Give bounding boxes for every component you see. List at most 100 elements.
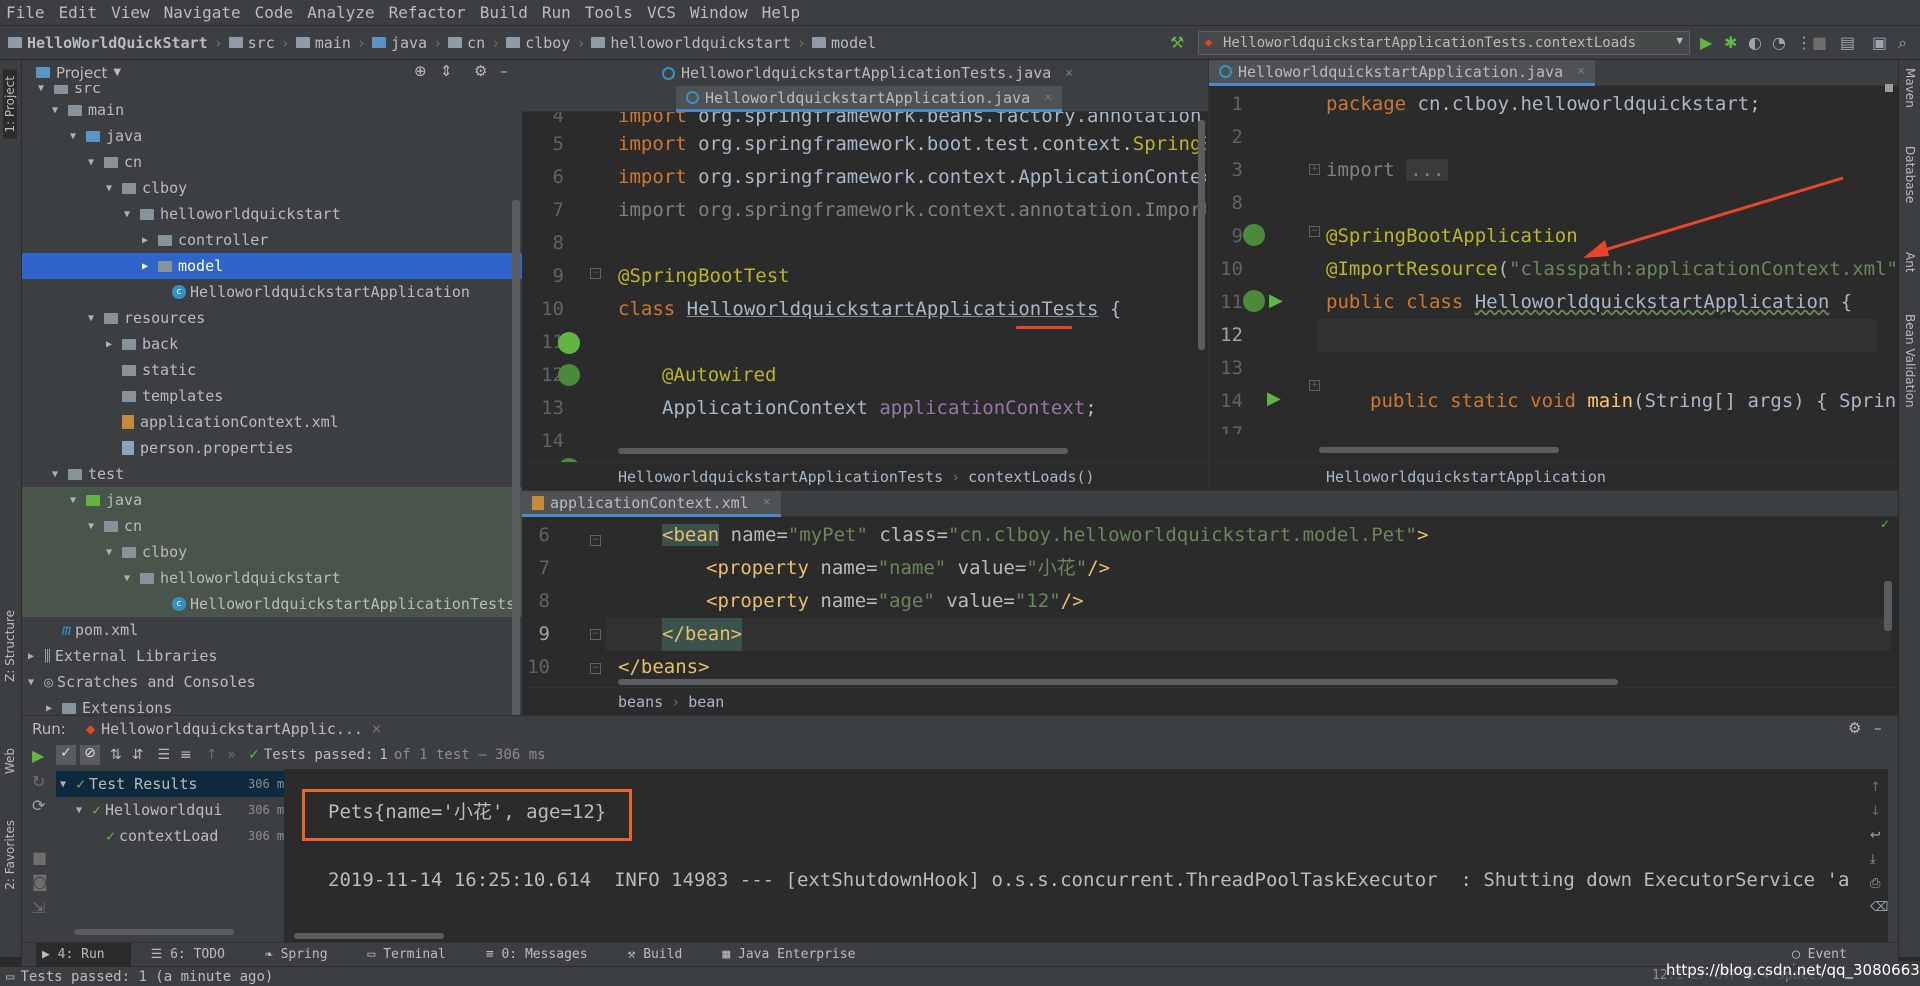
spring-bean-icon[interactable] <box>558 332 580 354</box>
test-node-results[interactable]: ▼ ✓ Test Results 306 ms <box>56 771 291 797</box>
rerun-failed-icon[interactable]: ↻ <box>32 772 45 791</box>
tree-node-test-cn[interactable]: ▼ cn <box>22 513 522 539</box>
menu-view[interactable]: View <box>111 3 150 22</box>
more-run-icon[interactable]: ⋮ <box>1796 33 1812 52</box>
tree-node-scratches[interactable]: ▼ ◎ Scratches and Consoles <box>22 669 522 695</box>
tree-node-controller[interactable]: ▶ controller <box>22 227 522 253</box>
stop-icon[interactable]: ■ <box>1812 33 1827 52</box>
tree-node-test[interactable]: ▼ test <box>22 461 522 487</box>
tree-node-cn[interactable]: ▼ cn <box>22 149 522 175</box>
close-icon[interactable]: × <box>1065 66 1073 81</box>
tool-favorites[interactable]: 2: Favorites <box>3 820 17 890</box>
fold-marker-icon[interactable]: − <box>590 535 601 546</box>
breadcrumb-clboy[interactable]: clboy › <box>506 34 591 52</box>
menu-file[interactable]: File <box>6 3 45 22</box>
close-icon[interactable]: × <box>763 495 771 510</box>
gear-icon[interactable]: ⚙ <box>474 62 487 80</box>
toggle-auto-test-icon[interactable]: ⟳ <box>32 796 45 815</box>
hide-icon[interactable]: – <box>1874 719 1882 737</box>
menu-tools[interactable]: Tools <box>585 3 633 22</box>
tool-tab-terminal[interactable]: ▭ Terminal <box>368 947 466 962</box>
up-icon[interactable]: ↑ <box>1870 780 1881 795</box>
debug-icon[interactable]: ✱ <box>1724 33 1737 52</box>
tree-node-applicationcontext-xml[interactable]: applicationContext.xml <box>22 409 522 435</box>
collapse-all-icon[interactable]: ⇕ <box>440 62 453 80</box>
export-icon[interactable]: ⇲ <box>32 898 45 917</box>
fold-marker-icon[interactable]: − <box>1309 226 1320 237</box>
inspection-indicator-icon[interactable] <box>1885 84 1893 92</box>
tree-node-templates[interactable]: templates <box>22 383 522 409</box>
breadcrumb-java[interactable]: java › <box>371 34 448 52</box>
tool-web[interactable]: Web <box>3 748 17 774</box>
tree-node-main[interactable]: ▼ main <box>22 97 522 123</box>
tree-node-java[interactable]: ▼ java <box>22 123 522 149</box>
tree-node-person-properties[interactable]: person.properties <box>22 435 522 461</box>
menu-edit[interactable]: Edit <box>59 3 98 22</box>
print-icon[interactable]: ⎙ <box>1870 876 1880 891</box>
rerun-icon[interactable]: ▶ <box>32 746 44 765</box>
editor-tests-hscrollbar[interactable] <box>618 448 1068 454</box>
tree-node-static[interactable]: static <box>22 357 522 383</box>
tab-tests-java[interactable]: HelloworldquickstartApplicationTests.jav… <box>652 60 1083 86</box>
run-configuration-select[interactable]: ◆ HelloworldquickstartApplicationTests.c… <box>1198 31 1690 55</box>
tree-node-helloworldquickstart[interactable]: ▼ helloworldquickstart <box>22 201 522 227</box>
close-icon[interactable]: × <box>1577 64 1585 79</box>
menu-analyze[interactable]: Analyze <box>307 3 374 22</box>
tool-tab-spring[interactable]: ❧ Spring <box>265 947 348 962</box>
chevron-down-icon[interactable]: ▼ <box>113 67 121 78</box>
tree-node-pom-xml[interactable]: m pom.xml <box>22 617 522 643</box>
editor-tests-scrollbar[interactable] <box>1198 120 1205 350</box>
fold-marker-icon[interactable]: + <box>1309 380 1320 391</box>
editor-xml-hscrollbar[interactable] <box>618 679 1618 685</box>
menu-navigate[interactable]: Navigate <box>164 3 241 22</box>
menu-run[interactable]: Run <box>542 3 571 22</box>
breadcrumb-project[interactable]: HelloWorldQuickStart › <box>8 34 229 52</box>
tree-node-test-clboy[interactable]: ▼ clboy <box>22 539 522 565</box>
spring-boot-icon[interactable] <box>1243 224 1265 246</box>
project-scrollbar[interactable] <box>512 200 520 755</box>
hide-icon[interactable]: – <box>500 62 508 80</box>
console-hscrollbar[interactable] <box>294 933 444 939</box>
more-icon[interactable]: » <box>228 747 237 763</box>
editor-application-hscrollbar[interactable] <box>1319 447 1559 453</box>
tree-node-clboy[interactable]: ▼ clboy <box>22 175 522 201</box>
collapse-all-icon[interactable]: ≡ <box>180 747 192 763</box>
editor-xml-scrollbar[interactable] <box>1884 581 1892 631</box>
tree-node-test-helloworldquickstart[interactable]: ▼ helloworldquickstart <box>22 565 522 591</box>
tree-node-resources[interactable]: ▼ resources <box>22 305 522 331</box>
tool-bean-validation[interactable]: Bean Validation <box>1903 314 1917 408</box>
build-hammer-icon[interactable]: ⚒ <box>1170 33 1184 52</box>
menu-help[interactable]: Help <box>762 3 801 22</box>
menu-refactor[interactable]: Refactor <box>389 3 466 22</box>
menu-vcs[interactable]: VCS <box>647 3 676 22</box>
tool-database[interactable]: Database <box>1903 146 1917 203</box>
tool-tab-java-enterprise[interactable]: ▦ Java Enterprise <box>722 947 875 962</box>
tab-application-java-right[interactable]: HelloworldquickstartApplication.java × <box>1209 60 1595 86</box>
breadcrumb-cn[interactable]: cn › <box>448 34 506 52</box>
breadcrumb-model[interactable]: model <box>812 34 876 52</box>
tab-applicationcontext-xml[interactable]: applicationContext.xml × <box>522 491 781 517</box>
tool-structure[interactable]: Z: Structure <box>3 610 17 682</box>
tool-tab-build[interactable]: ⚒ Build <box>628 947 703 962</box>
menu-build[interactable]: Build <box>480 3 528 22</box>
show-ignored-icon[interactable]: ⊘ <box>80 745 100 765</box>
console-output[interactable]: Pets{name='小花', age=12} 2019-11-14 16:25… <box>284 769 1888 943</box>
gear-icon[interactable]: ⚙ <box>1848 719 1861 737</box>
breadcrumb-main[interactable]: main › <box>295 34 372 52</box>
menu-code[interactable]: Code <box>255 3 294 22</box>
menu-window[interactable]: Window <box>690 3 748 22</box>
tree-node-application-class[interactable]: c HelloworldquickstartApplication <box>22 279 522 305</box>
fold-marker-icon[interactable]: − <box>590 663 601 674</box>
tool-tab-todo[interactable]: ☰ 6: TODO <box>151 947 245 962</box>
close-icon[interactable]: × <box>1044 90 1052 105</box>
stop-icon[interactable]: ■ <box>32 848 47 867</box>
run-main-icon[interactable]: ▶ <box>1267 388 1281 409</box>
scroll-to-end-icon[interactable]: ⤓ <box>1870 852 1876 867</box>
project-structure-icon[interactable]: ▤ <box>1840 33 1855 52</box>
spring-bean-navigate-icon[interactable] <box>1243 290 1265 312</box>
tree-node-model[interactable]: ▶ model <box>22 253 522 279</box>
test-node-method[interactable]: ✓ contextLoad 306 ms <box>56 823 291 849</box>
layout-icon[interactable]: ▣ <box>1872 33 1887 52</box>
test-node-class[interactable]: ▼ ✓ Helloworldqui 306 ms <box>56 797 291 823</box>
sort-alpha-icon[interactable]: ⇅ <box>110 747 122 763</box>
